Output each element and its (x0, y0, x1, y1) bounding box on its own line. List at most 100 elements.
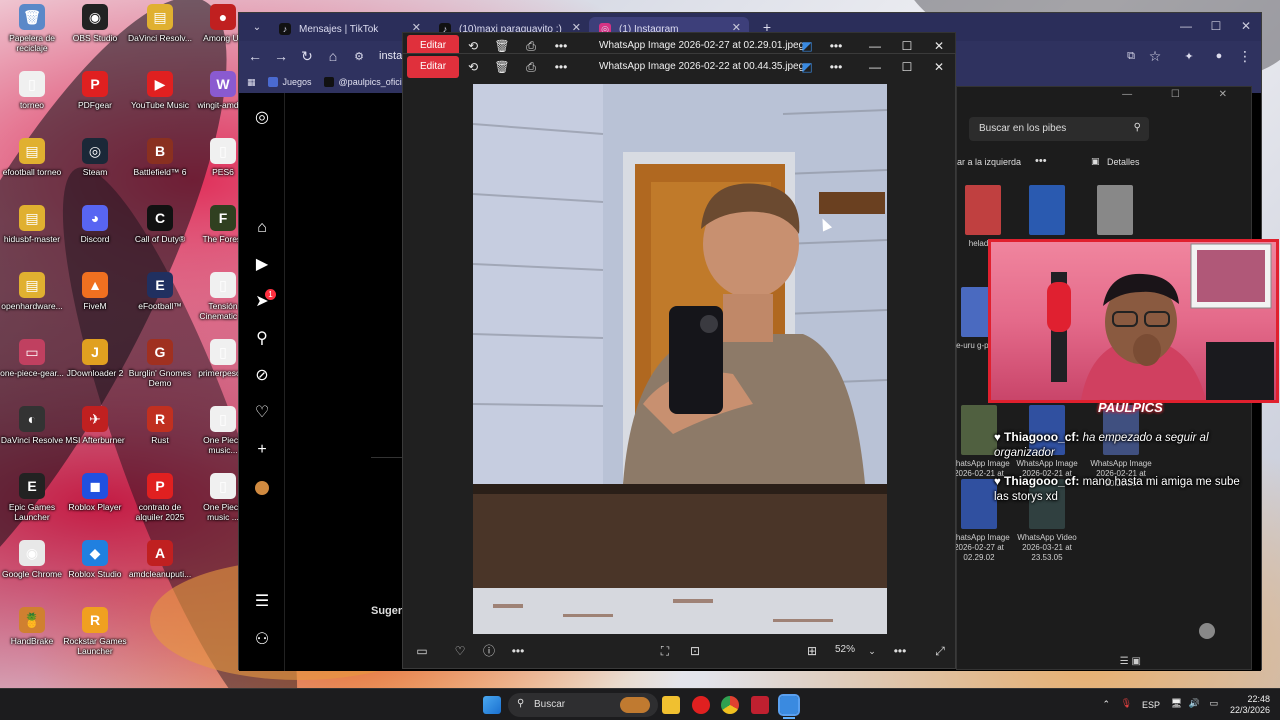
details-icon[interactable]: ▣ (1091, 156, 1100, 167)
zoom-level[interactable]: 52% (835, 644, 855, 655)
youtube-music-icon[interactable] (692, 696, 710, 714)
home-icon[interactable]: ⌂ (321, 44, 345, 68)
delete-icon[interactable]: 🗑 (492, 57, 512, 77)
maximize-icon[interactable]: ☐ (1201, 13, 1231, 41)
taskbar-search[interactable]: ⚲ Buscar (508, 693, 658, 717)
minimize-icon[interactable]: — (1171, 13, 1201, 41)
desktop-icon[interactable]: ▶ YouTube Music (128, 71, 192, 110)
bookmark-paulpics[interactable]: @paulpics_oficial (323, 77, 409, 87)
print-icon[interactable]: ⎙ (521, 57, 541, 77)
more-options-icon[interactable]: ••• (551, 57, 571, 77)
desktop-icon[interactable]: 🍍 HandBrake (0, 607, 64, 646)
desktop-icon[interactable]: E Epic Games Launcher (0, 473, 64, 522)
chevron-down-icon[interactable]: ⌄ (863, 642, 881, 660)
avatar[interactable] (253, 479, 271, 497)
forward-icon[interactable]: → (269, 44, 293, 68)
desktop-icon[interactable]: ▤ DaVinci Resolv... (128, 4, 192, 43)
desktop-icon[interactable]: ◎ Steam (63, 138, 127, 177)
minimize-icon[interactable]: — (865, 57, 885, 77)
move-left-button[interactable]: ar a la izquierda (957, 157, 1021, 167)
close-icon[interactable]: ✕ (929, 57, 949, 77)
bookmark-juegos[interactable]: Juegos (267, 77, 312, 87)
instagram-logo-icon[interactable]: ◎ (253, 109, 271, 127)
home-icon[interactable]: ⌂ (253, 219, 271, 237)
desktop-icon[interactable]: C Call of Duty® (128, 205, 192, 244)
desktop-icon[interactable]: ▲ FiveM (63, 272, 127, 311)
favorite-icon[interactable]: ♡ (451, 642, 469, 660)
desktop-icon[interactable]: ◉ Google Chrome (0, 540, 64, 579)
desktop-icon[interactable]: ▯ torneo (0, 71, 64, 110)
desktop-icon[interactable]: ◕ Discord (63, 205, 127, 244)
windows-start-icon[interactable] (483, 696, 501, 714)
battery-icon[interactable]: ▭ (1209, 698, 1218, 709)
desktop-icon[interactable]: G Burglin' Gnomes Demo (128, 339, 192, 388)
desktop-icon[interactable]: Aamdcleanuputi... (128, 540, 192, 579)
desktop-icon[interactable]: R Rockstar Games Launcher (63, 607, 127, 656)
details-button[interactable]: Detalles (1107, 157, 1140, 167)
microphone-icon[interactable]: 🎙 (1121, 698, 1132, 709)
menu-icon[interactable]: ⋮ (1233, 44, 1257, 68)
desktop-icon[interactable]: R Rust (128, 406, 192, 445)
reels-icon[interactable]: ▶ (253, 256, 271, 274)
explorer-search-input[interactable]: Buscar en los pibes ⚲ (969, 117, 1149, 141)
desktop-icon[interactable]: ◆ Roblox Studio (63, 540, 127, 579)
view-toggle-icons[interactable]: ☰ ▣ (1120, 656, 1141, 667)
desktop-icon[interactable]: 🗑 Papelera de reciclaje (0, 4, 64, 53)
desktop-icon[interactable]: ▭ one-piece-gear... (0, 339, 64, 378)
meta-apps-icon[interactable]: ⚇ (253, 631, 271, 649)
close-icon[interactable]: ✕ (1231, 13, 1261, 41)
install-app-icon[interactable]: ⧉ (1119, 44, 1143, 68)
maximize-icon[interactable]: ☐ (897, 57, 917, 77)
rotate-icon[interactable]: ⟲ (463, 57, 483, 77)
desktop-icon[interactable]: P PDFgear (63, 71, 127, 110)
fullscreen-icon[interactable]: ⤢ (931, 642, 949, 660)
more-options-icon[interactable]: ••• (891, 642, 909, 660)
volume-icon[interactable]: 🔊 (1189, 698, 1200, 709)
reload-icon[interactable]: ↻ (295, 44, 319, 68)
network-icon[interactable]: 🖥 (1171, 698, 1182, 709)
file-thumbnail[interactable] (1097, 185, 1133, 235)
back-icon[interactable]: ← (243, 44, 267, 68)
heart-icon[interactable]: ♡ (253, 404, 271, 422)
show-hidden-icons[interactable]: ⌃ (1102, 699, 1110, 710)
more-options-icon[interactable]: ••• (509, 642, 527, 660)
apps-icon[interactable]: ▦ (247, 77, 256, 88)
streaming-app-icon[interactable] (751, 696, 769, 714)
site-settings-icon[interactable]: ⚙ (347, 44, 371, 68)
desktop-icon[interactable]: ◼ Roblox Player (63, 473, 127, 512)
tab-list-icon[interactable]: ⌄ (245, 15, 269, 39)
fit-icon[interactable]: ⊞ (803, 642, 821, 660)
file-thumbnail[interactable] (961, 405, 997, 455)
desktop-icon[interactable]: Pcontrato de alquiler 2025 (128, 473, 192, 522)
text-select-icon[interactable]: ⊡ (686, 642, 704, 660)
desktop-icon[interactable]: ▤ hidusbf-master (0, 205, 64, 244)
file-thumbnail[interactable] (961, 479, 997, 529)
search-icon[interactable]: ⚲ (253, 330, 271, 348)
editor-app-icon[interactable]: ◩ (797, 57, 817, 77)
clock[interactable]: 22:48 22/3/2026 (1226, 694, 1270, 716)
info-icon[interactable]: ⓘ (480, 642, 498, 660)
edit-button[interactable]: Editar (407, 56, 459, 78)
bookmark-star-icon[interactable]: ☆ (1143, 44, 1167, 68)
explore-icon[interactable]: ⊘ (253, 367, 271, 385)
desktop-icon[interactable]: ◐ DaVinci Resolve (0, 406, 64, 445)
desktop-icon[interactable]: EeFootball™ (128, 272, 192, 311)
create-icon[interactable]: + (253, 441, 271, 459)
language-indicator[interactable]: ESP (1142, 700, 1160, 710)
crop-icon[interactable]: ⛶ (656, 642, 674, 660)
more-options-icon[interactable]: ••• (826, 57, 846, 77)
desktop-icon[interactable]: ▤ openhardware... (0, 272, 64, 311)
desktop-icon[interactable]: J JDownloader 2 (63, 339, 127, 378)
filmstrip-icon[interactable]: ▭ (413, 642, 431, 660)
photos-app-icon[interactable] (778, 694, 800, 716)
more-options-icon[interactable]: ••• (1035, 155, 1047, 167)
extensions-icon[interactable]: ✦ (1177, 44, 1201, 68)
desktop-icon[interactable]: B Battlefield™ 6 (128, 138, 192, 177)
desktop-icon[interactable]: ◉ OBS Studio (63, 4, 127, 43)
file-thumbnail[interactable] (1029, 185, 1065, 235)
file-thumbnail[interactable] (965, 185, 1001, 235)
file-explorer-icon[interactable] (662, 696, 680, 714)
profile-icon[interactable]: ● (1207, 44, 1231, 68)
desktop-icon[interactable]: ✈ MSI Afterburner (63, 406, 127, 445)
desktop-icon[interactable]: ▤ efootball torneo (0, 138, 64, 177)
